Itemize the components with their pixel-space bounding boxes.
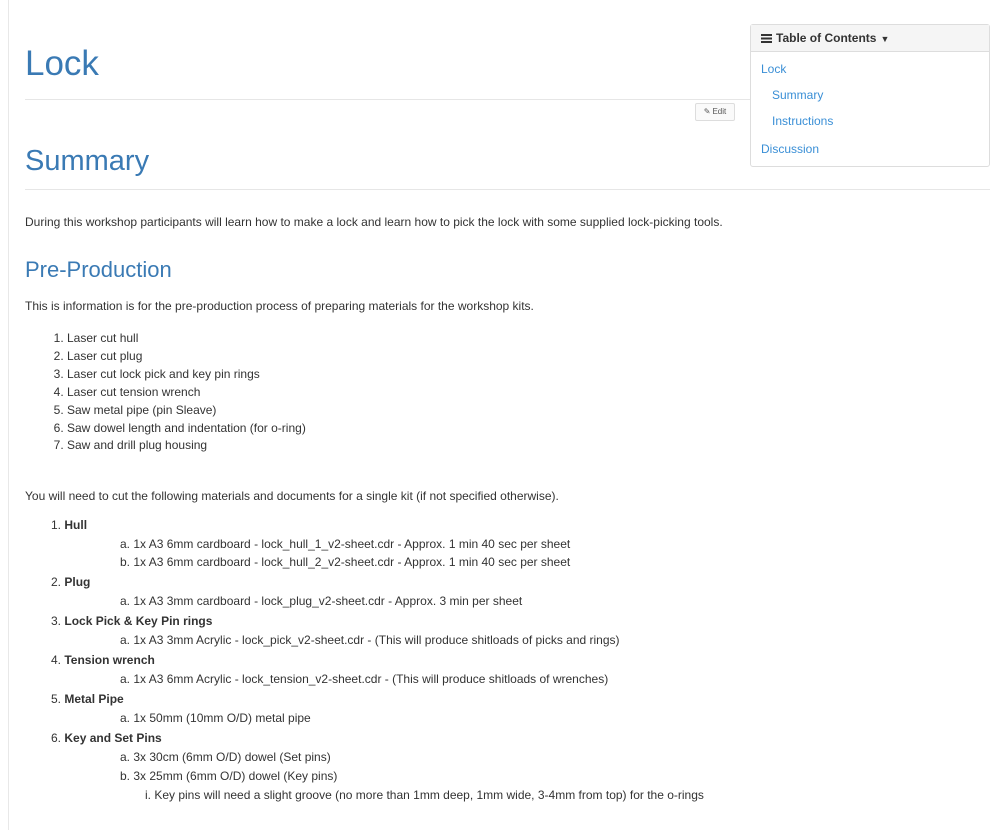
materials-intro: You will need to cut the following mater… [25,489,559,503]
list-item: Saw metal pipe (pin Sleave) [67,402,306,420]
summary-text: During this workshop participants will l… [25,215,723,229]
material-label: Plug [64,575,91,589]
toc-link-summary[interactable]: Summary [772,88,823,102]
material-pick: 3. Lock Pick & Key Pin rings [51,614,212,628]
list-item: b. 1x A3 6mm cardboard - lock_hull_2_v2-… [120,555,571,569]
list-item: Saw dowel length and indentation (for o-… [67,420,306,438]
page-left-border [8,0,9,830]
edit-label: Edit [712,107,727,116]
list-item: i. Key pins will need a slight groove (n… [145,788,704,802]
toc-link-lock[interactable]: Lock [761,62,786,76]
list-item: Laser cut plug [67,348,306,366]
toc-toggle[interactable]: Table of Contents ▼ [751,25,989,52]
material-tension: 4. Tension wrench [51,653,155,667]
pencil-icon: ✎ [703,107,711,116]
material-label: Lock Pick & Key Pin rings [64,614,213,628]
list-item: Laser cut lock pick and key pin rings [67,366,306,384]
material-pipe: 5. Metal Pipe [51,692,124,706]
list-item: a. 1x A3 3mm cardboard - lock_plug_v2-sh… [120,594,523,608]
toc-link-discussion[interactable]: Discussion [761,142,819,156]
material-label: Hull [64,518,88,532]
preproduction-heading: Pre-Production [25,257,172,282]
toc-link-instructions[interactable]: Instructions [772,114,833,128]
preproduction-text: This is information is for the pre-produ… [25,299,534,313]
material-label: Tension wrench [64,653,155,667]
list-item: a. 1x A3 3mm Acrylic - lock_pick_v2-shee… [120,633,620,647]
material-number: 6. [51,731,62,745]
summary-divider [25,189,990,190]
toc-heading: Table of Contents [776,31,877,45]
material-number: 5. [51,692,62,706]
list-item: a. 3x 30cm (6mm O/D) dowel (Set pins) [120,750,331,764]
list-icon [761,34,772,43]
list-item: b. 3x 25mm (6mm O/D) dowel (Key pins) [120,769,338,783]
steps-list: Laser cut hull Laser cut plug Laser cut … [25,330,306,455]
summary-heading: Summary [25,145,150,177]
list-item: Laser cut tension wrench [67,384,306,402]
material-number: 2. [51,575,62,589]
material-label: Metal Pipe [64,692,124,706]
material-number: 4. [51,653,62,667]
list-item: a. 1x A3 6mm cardboard - lock_hull_1_v2-… [120,537,571,551]
list-item: a. 1x 50mm (10mm O/D) metal pipe [120,711,311,725]
list-item: Laser cut hull [67,330,306,348]
page-title: Lock [25,44,99,83]
list-item: Saw and drill plug housing [67,437,306,455]
table-of-contents: Table of Contents ▼ Lock Summary Instruct… [750,24,990,167]
edit-button[interactable]: ✎ Edit [695,103,735,121]
material-hull: 1. Hull [51,518,87,532]
material-pins: 6. Key and Set Pins [51,731,162,745]
material-number: 1. [51,518,62,532]
material-number: 3. [51,614,62,628]
list-item: a. 1x A3 6mm Acrylic - lock_tension_v2-s… [120,672,609,686]
material-plug: 2. Plug [51,575,90,589]
caret-down-icon: ▼ [880,34,890,44]
material-label: Key and Set Pins [64,731,162,745]
